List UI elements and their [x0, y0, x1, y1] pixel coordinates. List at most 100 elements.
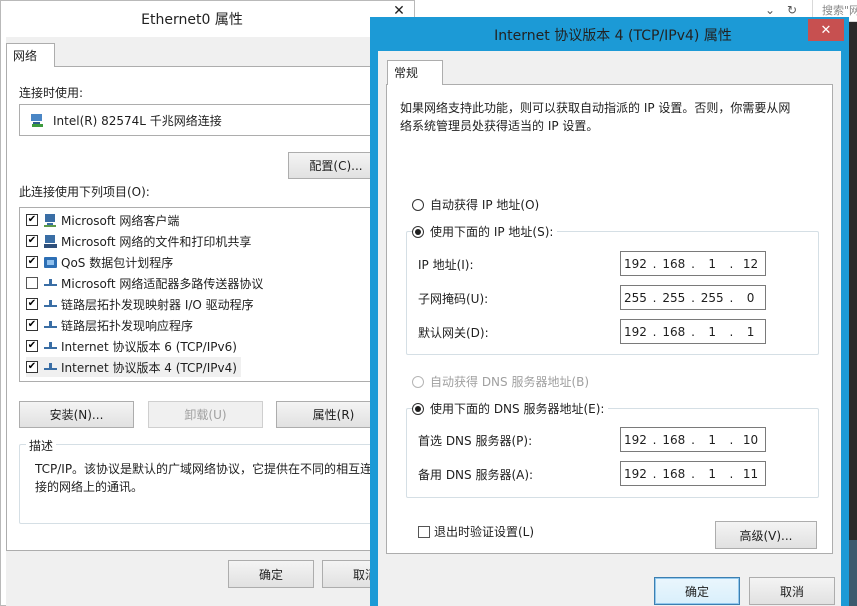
list-item-label: Microsoft 网络的文件和打印机共享	[61, 234, 252, 249]
alternate-dns-label: 备用 DNS 服务器(A):	[418, 468, 534, 482]
list-item[interactable]: ✔ Microsoft 网络的文件和打印机共享	[26, 231, 251, 251]
ip-octet: 168	[662, 324, 686, 339]
adapter-box: Intel(R) 82574L 千兆网络连接	[19, 104, 415, 136]
configure-button-label: 配置(C)...	[309, 159, 363, 173]
octet-separator: .	[729, 290, 734, 305]
manual-dns-label: 使用下面的 DNS 服务器地址(E):	[430, 402, 605, 416]
preferred-dns-label: 首选 DNS 服务器(P):	[418, 434, 533, 448]
list-item[interactable]: ✔ QoS 数据包计划程序	[26, 252, 173, 272]
list-item-label: Internet 协议版本 6 (TCP/IPv6)	[61, 339, 237, 354]
octet-separator: .	[729, 324, 734, 339]
gateway-field[interactable]: 192. 168. 1. 1	[620, 319, 766, 344]
ip-octet: 168	[662, 466, 686, 481]
validate-on-exit-checkbox[interactable]: 退出时验证设置(L)	[418, 523, 534, 540]
alternate-dns-field[interactable]: 192. 168. 1. 11	[620, 461, 766, 486]
list-item-label: QoS 数据包计划程序	[61, 255, 174, 270]
list-item[interactable]: ✔ 链路层拓扑发现响应程序	[26, 315, 193, 335]
browser-refresh-icon[interactable]: ↻	[784, 3, 800, 17]
protocol-icon	[43, 318, 58, 333]
auto-dns-radio[interactable]: 自动获得 DNS 服务器地址(B)	[412, 373, 589, 390]
network-client-icon	[43, 213, 58, 228]
advanced-button-label: 高级(V)...	[739, 528, 793, 543]
tab-general[interactable]: 常规	[387, 60, 443, 85]
uninstall-button[interactable]: 卸载(U)	[148, 401, 263, 428]
checkbox[interactable]	[418, 525, 430, 538]
protocol-icon	[43, 276, 58, 291]
ipv4-client-area: 常规 如果网络支持此功能，则可以获取自动指派的 IP 设置。否则，你需要从网 络…	[378, 51, 841, 606]
octet-separator: .	[729, 256, 734, 271]
ipv4-cancel-button[interactable]: 取消	[749, 577, 835, 605]
octet-separator: .	[691, 324, 695, 339]
ipv4-ok-label: 确定	[684, 584, 709, 599]
ip-octet: 0	[746, 290, 755, 305]
subnet-mask-field[interactable]: 255. 255. 255. 0	[620, 285, 766, 310]
description-label: 描述	[26, 437, 57, 454]
octet-separator: .	[652, 432, 657, 447]
list-item[interactable]: ✔ 链路层拓扑发现映射器 I/O 驱动程序	[26, 294, 254, 314]
octet-separator: .	[652, 256, 657, 271]
item-checkbox[interactable]: ✔	[26, 214, 38, 226]
manual-dns-radio[interactable]: 使用下面的 DNS 服务器地址(E):	[412, 400, 609, 417]
preferred-dns-field[interactable]: 192. 168. 1. 10	[620, 427, 766, 452]
radio-button[interactable]	[412, 198, 424, 211]
ip-octet: 1	[708, 324, 716, 339]
item-checkbox[interactable]: ✔	[26, 319, 38, 331]
item-checkbox[interactable]: ✔	[26, 298, 38, 310]
list-item-selected[interactable]: ✔ Internet 协议版本 4 (TCP/IPv4)	[26, 357, 241, 377]
ip-octet: 255	[662, 290, 686, 305]
ip-octet: 255	[623, 290, 647, 305]
tab-network[interactable]: 网络	[6, 43, 55, 67]
browser-chevron-icon[interactable]: ⌄	[762, 3, 778, 17]
connect-using-label: 连接时使用:	[19, 86, 84, 100]
radio-button[interactable]	[412, 375, 424, 388]
octet-separator: .	[691, 256, 695, 271]
ipv4-close-button[interactable]: ✕	[808, 19, 844, 41]
manual-ip-label: 使用下面的 IP 地址(S):	[430, 225, 554, 239]
ip-octet: 1	[708, 432, 716, 447]
ip-octet: 192	[623, 466, 647, 481]
advanced-button[interactable]: 高级(V)...	[715, 521, 817, 549]
subnet-mask-label: 子网掩码(U):	[418, 292, 489, 306]
ip-octet: 168	[662, 432, 686, 447]
ip-octet: 11	[742, 466, 759, 481]
ethernet-titlebar[interactable]: Ethernet0 属性	[1, 1, 413, 37]
network-adapter-icon	[30, 113, 45, 128]
ipv4-ok-button[interactable]: 确定	[654, 577, 740, 605]
auto-ip-radio[interactable]: 自动获得 IP 地址(O)	[412, 196, 539, 213]
ip-address-label: IP 地址(I):	[418, 258, 474, 272]
item-checkbox[interactable]	[26, 277, 38, 289]
description-line: TCP/IP。该协议是默认的广域网络协议，它提供在不同的相互连	[35, 462, 373, 476]
gateway-label: 默认网关(D):	[418, 326, 489, 340]
item-checkbox[interactable]: ✔	[26, 340, 38, 352]
ethernet-ok-label: 确定	[258, 567, 283, 582]
list-item[interactable]: ✔ Microsoft 网络客户端	[26, 210, 179, 230]
list-item-label: Microsoft 网络适配器多路传送器协议	[61, 276, 264, 291]
ip-octet: 192	[623, 432, 647, 447]
browser-search-input[interactable]: 搜索"网	[822, 2, 857, 18]
ip-octet: 10	[742, 432, 759, 447]
protocol-icon	[43, 297, 58, 312]
connection-items-list[interactable]: ✔ Microsoft 网络客户端 ✔ Microsoft 网络的文件和打印机共…	[19, 207, 415, 382]
ip-address-field[interactable]: 192. 168. 1. 12	[620, 251, 766, 276]
item-checkbox[interactable]: ✔	[26, 256, 38, 268]
install-button[interactable]: 安装(N)...	[19, 401, 134, 428]
list-item[interactable]: Microsoft 网络适配器多路传送器协议	[26, 273, 263, 293]
list-item[interactable]: ✔ Internet 协议版本 6 (TCP/IPv6)	[26, 336, 237, 356]
manual-ip-radio[interactable]: 使用下面的 IP 地址(S):	[412, 223, 558, 240]
list-item-label: 链路层拓扑发现映射器 I/O 驱动程序	[61, 297, 254, 312]
auto-dns-label: 自动获得 DNS 服务器地址(B)	[430, 375, 590, 389]
tab-network-label: 网络	[13, 49, 38, 63]
item-checkbox[interactable]: ✔	[26, 235, 38, 247]
qos-icon	[43, 255, 58, 270]
tab-general-label: 常规	[394, 66, 419, 80]
radio-button[interactable]	[412, 402, 424, 415]
item-checkbox[interactable]: ✔	[26, 361, 38, 373]
ethernet-ok-button[interactable]: 确定	[228, 560, 314, 588]
octet-separator: .	[691, 290, 695, 305]
file-share-icon	[43, 234, 58, 249]
ipv4-titlebar[interactable]: Internet 协议版本 4 (TCP/IPv4) 属性	[378, 19, 808, 51]
radio-button[interactable]	[412, 225, 424, 238]
validate-on-exit-label: 退出时验证设置(L)	[434, 525, 535, 539]
octet-separator: .	[652, 324, 657, 339]
auto-ip-label: 自动获得 IP 地址(O)	[430, 198, 540, 212]
